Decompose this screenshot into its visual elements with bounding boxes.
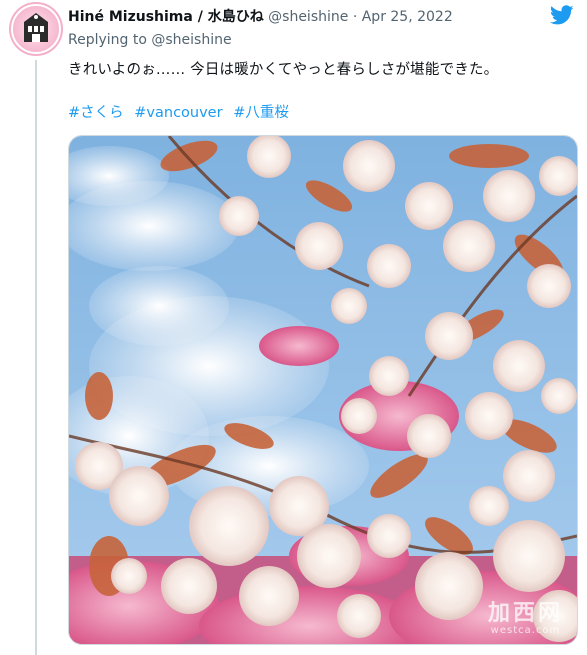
display-name[interactable]: Hiné Mizushima / 水島ひね	[68, 9, 264, 25]
watermark: 加西网 westca.com	[488, 595, 563, 636]
replying-prefix: Replying to	[68, 32, 147, 48]
crest-icon	[11, 4, 61, 54]
user-handle[interactable]: @sheishine	[268, 9, 348, 25]
cherry-blossom-photo	[69, 136, 577, 644]
twitter-bird-icon[interactable]	[548, 3, 576, 27]
watermark-brand: 加西网	[487, 601, 563, 626]
tweet-header: Hiné Mizushima / 水島ひね @sheishine · Apr 2…	[68, 6, 453, 26]
tweet-text: きれいよのぉ…… 今日は暖かくてやっと春らしさが堪能できた。	[68, 62, 499, 78]
tweet-photo[interactable]: 加西网 westca.com	[68, 135, 578, 645]
replying-handle[interactable]: @sheishine	[151, 32, 231, 48]
hashtags: #さくら #vancouver #八重桜	[68, 101, 295, 122]
avatar[interactable]	[9, 2, 63, 56]
hashtag-vancouver[interactable]: #vancouver	[134, 105, 222, 121]
separator-dot: ·	[352, 9, 358, 25]
hashtag-sakura[interactable]: #さくら	[68, 105, 124, 121]
replying-to: Replying to @sheishine	[68, 32, 232, 48]
thread-line	[35, 60, 37, 655]
hashtag-yaezakura[interactable]: #八重桜	[233, 105, 289, 121]
watermark-url: westca.com	[490, 625, 561, 636]
tweet-date[interactable]: Apr 25, 2022	[362, 9, 453, 25]
